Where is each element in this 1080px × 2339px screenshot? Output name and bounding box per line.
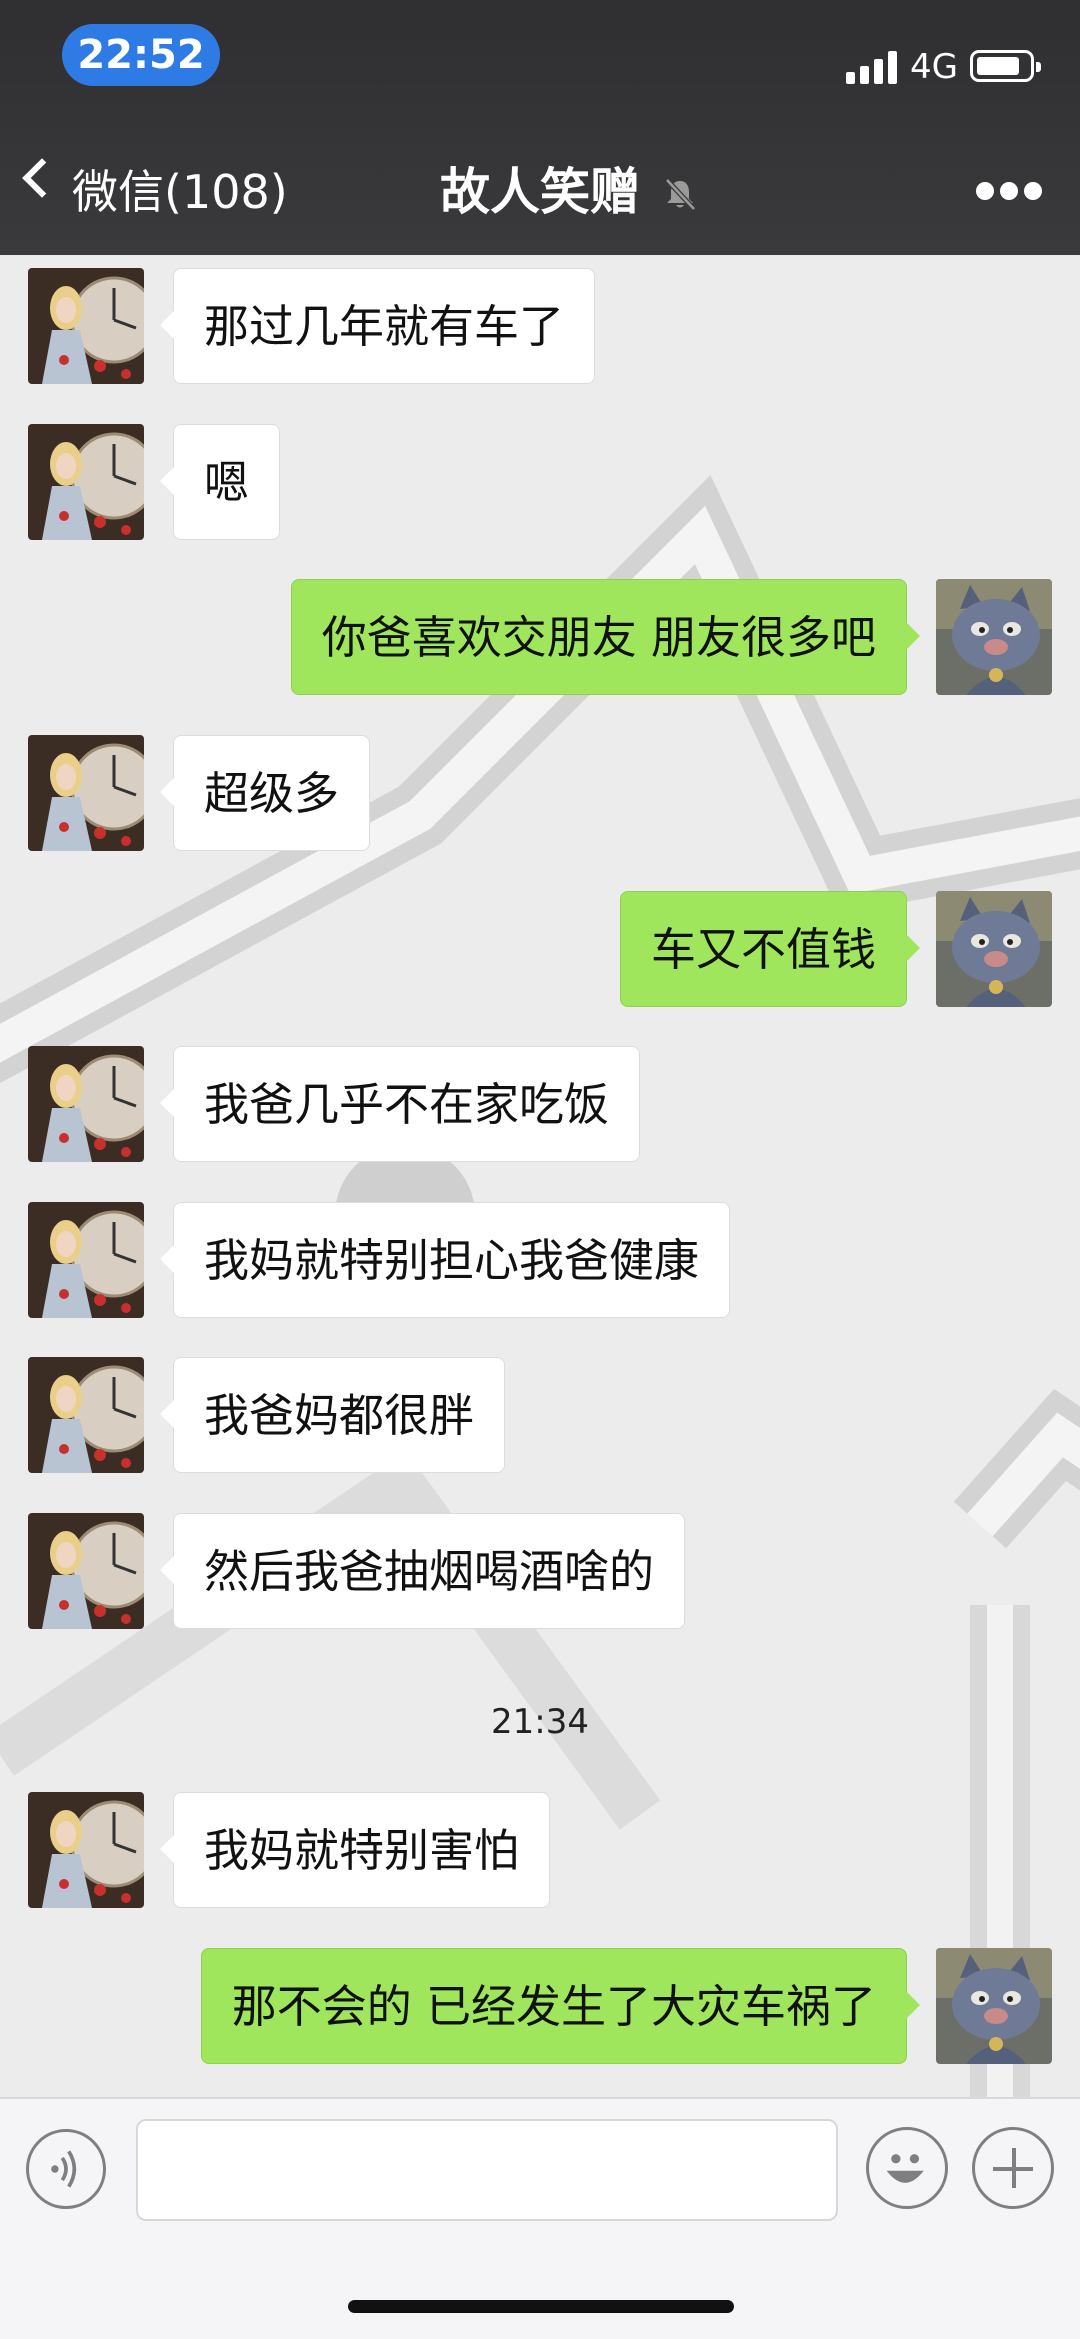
back-button[interactable]: 微信(108) — [72, 160, 288, 224]
battery-icon — [970, 50, 1041, 82]
sent-message-bubble[interactable]: 那不会的 已经发生了大灾车祸了 — [200, 1948, 921, 2064]
message-row: 我妈就特别担心我爸健康 — [0, 1202, 1080, 1320]
emoji-icon[interactable] — [866, 2127, 948, 2209]
received-message-bubble[interactable]: 我爸几乎不在家吃饭 — [159, 1046, 641, 1162]
contact-avatar[interactable] — [28, 735, 144, 851]
network-type: 4G — [910, 47, 958, 87]
received-message-bubble[interactable]: 超级多 — [159, 735, 371, 851]
message-row: 然后我爸抽烟喝酒啥的 — [0, 1513, 1080, 1631]
message-input[interactable] — [136, 2119, 838, 2221]
chat-area[interactable]: 那过几年就有车了 嗯 你爸喜欢交朋友 朋友很多吧 超级多 车又不值钱 我爸几乎不… — [0, 255, 1080, 2097]
message-row: 嗯 — [0, 424, 1080, 542]
message-row: 我爸妈都很胖 — [0, 1357, 1080, 1475]
message-row: 你爸喜欢交朋友 朋友很多吧 — [0, 579, 1080, 697]
message-row: 超级多 — [0, 735, 1080, 853]
sent-message-bubble[interactable]: 你爸喜欢交朋友 朋友很多吧 — [290, 579, 921, 695]
contact-avatar[interactable] — [28, 1792, 144, 1908]
message-row: 那过几年就有车了 — [0, 268, 1080, 386]
my-avatar[interactable] — [936, 891, 1052, 1007]
contact-avatar[interactable] — [28, 268, 144, 384]
received-message-bubble[interactable]: 我妈就特别担心我爸健康 — [159, 1202, 731, 1318]
message-row: 我妈就特别害怕 — [0, 1792, 1080, 1910]
contact-avatar[interactable] — [28, 424, 144, 540]
ellipsis-icon[interactable] — [976, 180, 1042, 202]
received-message-bubble[interactable]: 嗯 — [159, 424, 281, 540]
home-indicator[interactable] — [348, 2300, 734, 2313]
my-avatar[interactable] — [936, 1948, 1052, 2064]
contact-avatar[interactable] — [28, 1046, 144, 1162]
message-row: 我爸几乎不在家吃饭 — [0, 1046, 1080, 1164]
voice-icon[interactable] — [26, 2129, 106, 2209]
chevron-left-icon[interactable] — [22, 158, 62, 198]
contact-avatar[interactable] — [28, 1513, 144, 1629]
status-time: 22:52 — [62, 24, 220, 86]
contact-avatar[interactable] — [28, 1357, 144, 1473]
sent-message-bubble[interactable]: 车又不值钱 — [619, 891, 921, 1007]
input-bar — [0, 2097, 1080, 2244]
top-bar: 22:52 4G 微信(108) 故人笑赠 — [0, 0, 1080, 255]
received-message-bubble[interactable]: 那过几年就有车了 — [159, 268, 596, 384]
contact-avatar[interactable] — [28, 1202, 144, 1318]
message-row: 那不会的 已经发生了大灾车祸了 — [0, 1948, 1080, 2066]
signal-icon — [846, 50, 898, 84]
received-message-bubble[interactable]: 我妈就特别害怕 — [159, 1792, 551, 1908]
plus-icon[interactable] — [972, 2127, 1054, 2209]
received-message-bubble[interactable]: 然后我爸抽烟喝酒啥的 — [159, 1513, 686, 1629]
home-indicator-area — [0, 2242, 1080, 2339]
message-row: 车又不值钱 — [0, 891, 1080, 1009]
message-timestamp: 21:34 — [491, 1702, 589, 1742]
bell-muted-icon — [665, 178, 696, 211]
received-message-bubble[interactable]: 我爸妈都很胖 — [159, 1357, 506, 1473]
my-avatar[interactable] — [936, 579, 1052, 695]
